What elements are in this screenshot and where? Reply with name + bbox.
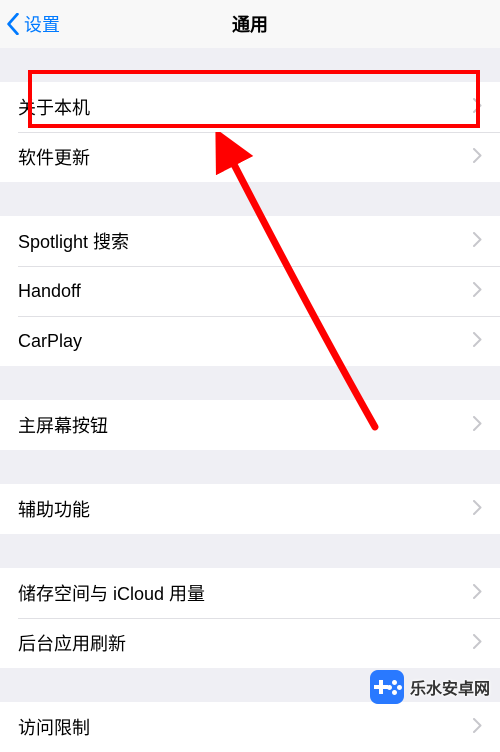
row-label: 主屏幕按钮 — [18, 412, 473, 438]
row-spotlight[interactable]: Spotlight 搜索 — [0, 216, 500, 266]
row-background-refresh[interactable]: 后台应用刷新 — [0, 618, 500, 668]
watermark: 乐水安卓网 — [370, 670, 490, 704]
row-label: Handoff — [18, 281, 473, 302]
row-restrictions[interactable]: 访问限制 — [0, 702, 500, 752]
row-accessibility[interactable]: 辅助功能 — [0, 484, 500, 534]
row-label: 储存空间与 iCloud 用量 — [18, 580, 473, 606]
watermark-text: 乐水安卓网 — [410, 675, 490, 699]
row-label: CarPlay — [18, 331, 473, 352]
row-label: 访问限制 — [18, 714, 473, 740]
row-label: 关于本机 — [18, 94, 473, 120]
chevron-right-icon — [473, 281, 482, 302]
row-software-update[interactable]: 软件更新 — [0, 132, 500, 182]
chevron-right-icon — [473, 415, 482, 436]
group-gap — [0, 182, 500, 216]
row-storage-icloud[interactable]: 储存空间与 iCloud 用量 — [0, 568, 500, 618]
row-about[interactable]: 关于本机 — [0, 82, 500, 132]
row-home-button[interactable]: 主屏幕按钮 — [0, 400, 500, 450]
group-gap — [0, 48, 500, 82]
chevron-right-icon — [473, 499, 482, 520]
chevron-right-icon — [473, 717, 482, 738]
back-button[interactable]: 设置 — [0, 11, 60, 37]
group-gap — [0, 534, 500, 568]
group-gap — [0, 366, 500, 400]
chevron-right-icon — [473, 147, 482, 168]
watermark-logo-icon — [370, 670, 404, 704]
nav-header: 设置 通用 — [0, 0, 500, 48]
group-gap — [0, 450, 500, 484]
chevron-right-icon — [473, 231, 482, 252]
chevron-right-icon — [473, 633, 482, 654]
row-label: Spotlight 搜索 — [18, 228, 473, 254]
row-label: 软件更新 — [18, 144, 473, 170]
row-carplay[interactable]: CarPlay — [0, 316, 500, 366]
chevron-left-icon — [6, 13, 20, 35]
chevron-right-icon — [473, 97, 482, 118]
row-label: 辅助功能 — [18, 496, 473, 522]
chevron-right-icon — [473, 583, 482, 604]
row-label: 后台应用刷新 — [18, 630, 473, 656]
back-label: 设置 — [24, 11, 60, 37]
row-handoff[interactable]: Handoff — [0, 266, 500, 316]
chevron-right-icon — [473, 331, 482, 352]
page-title: 通用 — [0, 11, 500, 37]
